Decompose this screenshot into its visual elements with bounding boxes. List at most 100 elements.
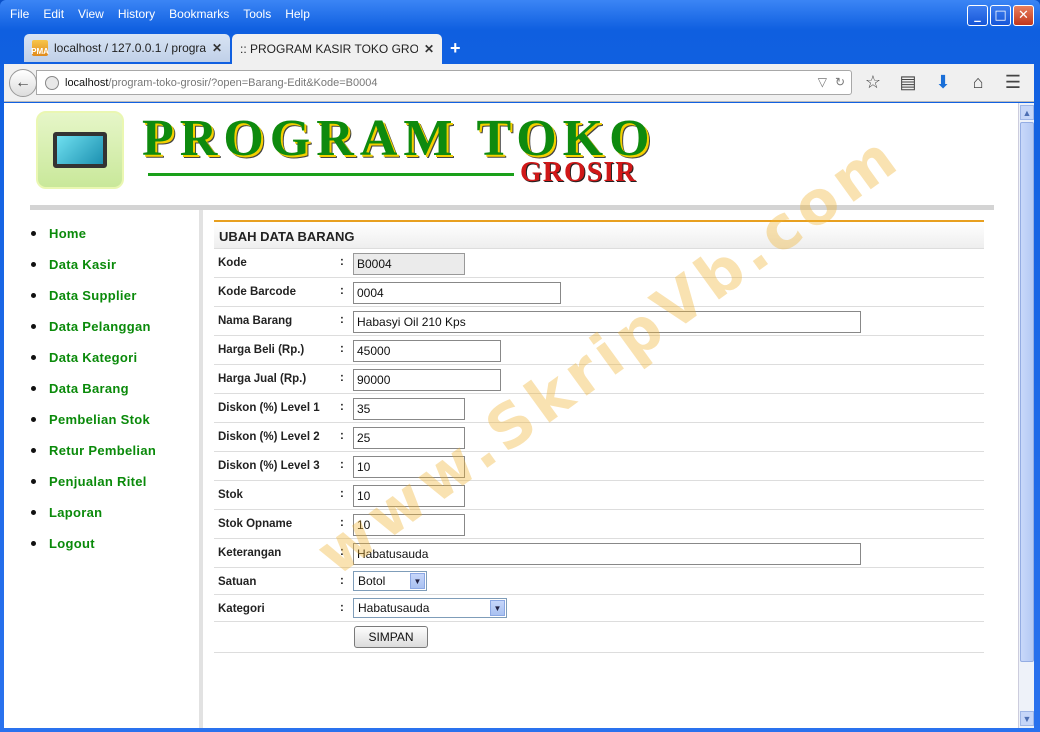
field-colon: : <box>340 430 344 442</box>
url-host: localhost <box>65 76 109 89</box>
tab-phpmyadmin[interactable]: PMA localhost / 127.0.0.1 / progra... ✕ <box>24 34 230 62</box>
field-colon: : <box>340 343 344 355</box>
kode-barcode-field[interactable] <box>353 282 561 304</box>
sidebar-item-home[interactable]: Home <box>30 225 200 256</box>
form-row-harga-jual: Harga Jual (Rp.) : <box>214 365 984 394</box>
nama-barang-field[interactable] <box>353 311 861 333</box>
field-label: Stok Opname <box>218 518 293 530</box>
vertical-scrollbar[interactable]: ▲ ▼ <box>1018 103 1034 728</box>
form-row-harga-beli: Harga Beli (Rp.) : <box>214 336 984 365</box>
diskon-level-3-field[interactable] <box>353 456 465 478</box>
form-row-keterangan: Keterangan : <box>214 539 984 568</box>
form-heading: UBAH DATA BARANG <box>214 222 984 249</box>
title-underline <box>148 173 514 176</box>
sidebar-item-logout[interactable]: Logout <box>30 535 200 566</box>
field-colon: : <box>340 488 344 500</box>
tab-title: localhost / 127.0.0.1 / progra... <box>54 41 206 55</box>
menu-edit[interactable]: Edit <box>43 7 64 21</box>
home-icon[interactable]: ⌂ <box>967 72 989 93</box>
field-label: Kode <box>218 257 247 269</box>
harga-jual-field[interactable] <box>353 369 501 391</box>
sidebar-item-data-barang[interactable]: Data Barang <box>30 380 200 411</box>
field-label: Diskon (%) Level 3 <box>218 460 320 472</box>
sidebar-item-data-kasir[interactable]: Data Kasir <box>30 256 200 287</box>
satuan-select[interactable]: Botol ▼ <box>353 571 427 591</box>
download-icon[interactable]: ⬇ <box>932 72 954 93</box>
bookmark-star-icon[interactable]: ☆ <box>862 72 884 93</box>
form-row-satuan: Satuan : Botol ▼ <box>214 568 984 595</box>
menu-bar: File Edit View History Bookmarks Tools H… <box>10 7 324 21</box>
close-icon[interactable]: ✕ <box>1013 5 1034 26</box>
sidebar-item-data-kategori[interactable]: Data Kategori <box>30 349 200 380</box>
kode-field[interactable] <box>353 253 465 275</box>
field-colon: : <box>340 517 344 529</box>
form-row-kategori: Kategori : Habatusauda ▼ <box>214 595 984 622</box>
new-tab-icon[interactable]: + <box>450 38 461 59</box>
menu-help[interactable]: Help <box>285 7 310 21</box>
field-colon: : <box>340 401 344 413</box>
menu-tools[interactable]: Tools <box>243 7 271 21</box>
field-colon: : <box>340 546 344 558</box>
reading-list-icon[interactable]: ▤ <box>897 72 919 93</box>
header-divider <box>30 205 994 210</box>
diskon-level-1-field[interactable] <box>353 398 465 420</box>
chevron-down-icon[interactable]: ▼ <box>490 600 505 616</box>
scroll-up-icon[interactable]: ▲ <box>1020 105 1034 120</box>
diskon-level-2-field[interactable] <box>353 427 465 449</box>
field-label: Kategori <box>218 603 265 615</box>
hamburger-menu-icon[interactable]: ☰ <box>1002 72 1024 93</box>
field-label: Harga Jual (Rp.) <box>218 373 307 385</box>
title-bar: File Edit View History Bookmarks Tools H… <box>0 0 1040 30</box>
menu-history[interactable]: History <box>118 7 155 21</box>
sidebar-item-pembelian-stok[interactable]: Pembelian Stok <box>30 411 200 442</box>
globe-icon <box>45 75 59 90</box>
form-row-nama-barang: Nama Barang : <box>214 307 984 336</box>
phpmyadmin-icon: PMA <box>31 40 49 56</box>
minimize-icon[interactable]: _ <box>967 5 988 26</box>
sidebar: Home Data Kasir Data Supplier Data Pelan… <box>30 213 200 728</box>
field-label: Nama Barang <box>218 315 293 327</box>
url-bar[interactable]: localhost/program-toko-grosir/?open=Bara… <box>36 70 852 95</box>
menu-bookmarks[interactable]: Bookmarks <box>169 7 229 21</box>
tab-close-icon[interactable]: ✕ <box>212 41 222 55</box>
form-row-stok: Stok : <box>214 481 984 510</box>
chevron-down-icon[interactable]: ▼ <box>410 573 425 589</box>
scroll-thumb[interactable] <box>1020 122 1034 662</box>
tab-close-icon[interactable]: ✕ <box>424 42 434 56</box>
sidebar-item-laporan[interactable]: Laporan <box>30 504 200 535</box>
reload-icon[interactable]: ↻ <box>835 75 845 89</box>
sidebar-item-data-supplier[interactable]: Data Supplier <box>30 287 200 318</box>
scroll-down-icon[interactable]: ▼ <box>1020 711 1034 726</box>
form-row-kode: Kode : <box>214 249 984 278</box>
field-colon: : <box>340 602 344 614</box>
sidebar-item-penjualan-ritel[interactable]: Penjualan Ritel <box>30 473 200 504</box>
cash-register-logo <box>36 111 124 189</box>
tab-program-kasir[interactable]: :: PROGRAM KASIR TOKO GROSI... ✕ <box>232 34 442 64</box>
menu-file[interactable]: File <box>10 7 29 21</box>
stok-field[interactable] <box>353 485 465 507</box>
menu-view[interactable]: View <box>78 7 104 21</box>
navigation-toolbar: localhost/program-toko-grosir/?open=Bara… <box>4 64 1034 102</box>
keterangan-field[interactable] <box>353 543 861 565</box>
tab-title: :: PROGRAM KASIR TOKO GROSI... <box>240 42 418 56</box>
field-label: Kode Barcode <box>218 286 296 298</box>
site-subtitle: GROSIR <box>520 157 637 188</box>
field-label: Satuan <box>218 576 257 588</box>
field-colon: : <box>340 256 344 268</box>
harga-beli-field[interactable] <box>353 340 501 362</box>
edit-form: UBAH DATA BARANG Kode : Kode Barcode : N… <box>214 220 984 653</box>
simpan-button[interactable]: SIMPAN <box>354 626 428 648</box>
sidebar-item-retur-pembelian[interactable]: Retur Pembelian <box>30 442 200 473</box>
maximize-icon[interactable]: □ <box>990 5 1011 26</box>
url-actions: ▽ ↻ <box>818 75 845 89</box>
back-arrow-icon[interactable]: ← <box>9 69 37 97</box>
dropdown-arrow-icon[interactable]: ▽ <box>818 75 827 89</box>
stok-opname-field[interactable] <box>353 514 465 536</box>
satuan-selected: Botol <box>358 574 386 588</box>
sidebar-item-data-pelanggan[interactable]: Data Pelanggan <box>30 318 200 349</box>
kategori-select[interactable]: Habatusauda ▼ <box>353 598 507 618</box>
sidebar-menu: Home Data Kasir Data Supplier Data Pelan… <box>30 225 200 566</box>
field-label: Stok <box>218 489 243 501</box>
toolbar-icons: ☆ ▤ ⬇ ⌂ ☰ <box>862 72 1024 93</box>
page-content: PROGRAM TOKO GROSIR Home Data Kasir Data… <box>4 103 1018 728</box>
